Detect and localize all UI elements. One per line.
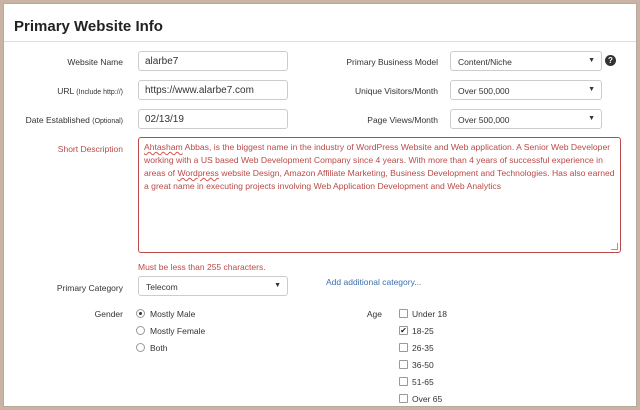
date-established-hint: (Optional) — [92, 118, 123, 125]
chevron-down-icon: ▼ — [588, 57, 595, 64]
date-established-input[interactable] — [138, 109, 288, 129]
form-panel: Primary Website Info Website Name URL (I… — [3, 3, 637, 407]
misspelled-word: Ahtasham — [144, 142, 183, 152]
age-option-label: 18-25 — [412, 326, 434, 336]
age-label: Age — [366, 309, 382, 319]
age-checkbox-36-50[interactable] — [399, 360, 408, 369]
unique-visitors-value: Over 500,000 — [458, 86, 510, 96]
gender-option-label: Mostly Female — [150, 326, 206, 336]
chevron-down-icon: ▼ — [588, 86, 595, 93]
url-hint: (Include http://) — [76, 89, 123, 96]
chevron-down-icon: ▼ — [588, 115, 595, 122]
title-divider — [4, 41, 636, 42]
age-checkbox-18-25[interactable]: ✔ — [399, 326, 408, 335]
primary-category-value: Telecom — [146, 282, 178, 292]
resize-handle[interactable] — [611, 243, 618, 250]
business-model-label: Primary Business Model — [346, 57, 438, 67]
short-description-label: Short Description — [57, 144, 123, 154]
primary-category-label: Primary Category — [56, 283, 123, 293]
gender-label: Gender — [94, 309, 123, 319]
add-category-link[interactable]: Add additional category... — [326, 277, 421, 287]
age-option-label: 36-50 — [412, 360, 434, 370]
page-views-select[interactable]: Over 500,000 ▼ — [450, 109, 602, 129]
gender-radio-mostly-male[interactable] — [136, 309, 145, 318]
gender-radio-both[interactable] — [136, 343, 145, 352]
url-label-text: URL — [57, 86, 74, 96]
description-error: Must be less than 255 characters. — [138, 262, 266, 272]
website-name-input[interactable] — [138, 51, 288, 71]
page-views-value: Over 500,000 — [458, 115, 510, 125]
url-label: URL (Include http://) — [57, 86, 123, 96]
age-checkbox-over-65[interactable] — [399, 394, 408, 403]
unique-visitors-select[interactable]: Over 500,000 ▼ — [450, 80, 602, 100]
section-title: Primary Website Info — [14, 18, 163, 35]
gender-radio-mostly-female[interactable] — [136, 326, 145, 335]
page-views-label: Page Views/Month — [367, 115, 438, 125]
question-circle-icon[interactable]: ? — [605, 55, 616, 66]
date-established-label: Date Established (Optional) — [26, 115, 123, 125]
website-name-label: Website Name — [67, 57, 123, 67]
age-option-label: 26-35 — [412, 343, 434, 353]
date-established-label-text: Date Established — [25, 115, 90, 125]
chevron-down-icon: ▼ — [274, 282, 281, 289]
age-option-label: Under 18 — [412, 309, 447, 319]
gender-option-label: Both — [150, 343, 168, 353]
misspelled-word: Wordpress — [177, 168, 219, 178]
primary-category-select[interactable]: Telecom ▼ — [138, 276, 288, 296]
age-checkbox-26-35[interactable] — [399, 343, 408, 352]
url-input[interactable] — [138, 80, 288, 100]
age-checkbox-under-18[interactable] — [399, 309, 408, 318]
unique-visitors-label: Unique Visitors/Month — [355, 86, 438, 96]
gender-option-label: Mostly Male — [150, 309, 196, 319]
short-description-textarea[interactable]: Ahtasham Abbas, is the biggest name in t… — [138, 137, 621, 253]
business-model-value: Content/Niche — [458, 57, 512, 67]
business-model-select[interactable]: Content/Niche ▼ — [450, 51, 602, 71]
age-option-label: Over 65 — [412, 394, 443, 404]
age-option-label: 51-65 — [412, 377, 434, 387]
age-checkbox-51-65[interactable] — [399, 377, 408, 386]
